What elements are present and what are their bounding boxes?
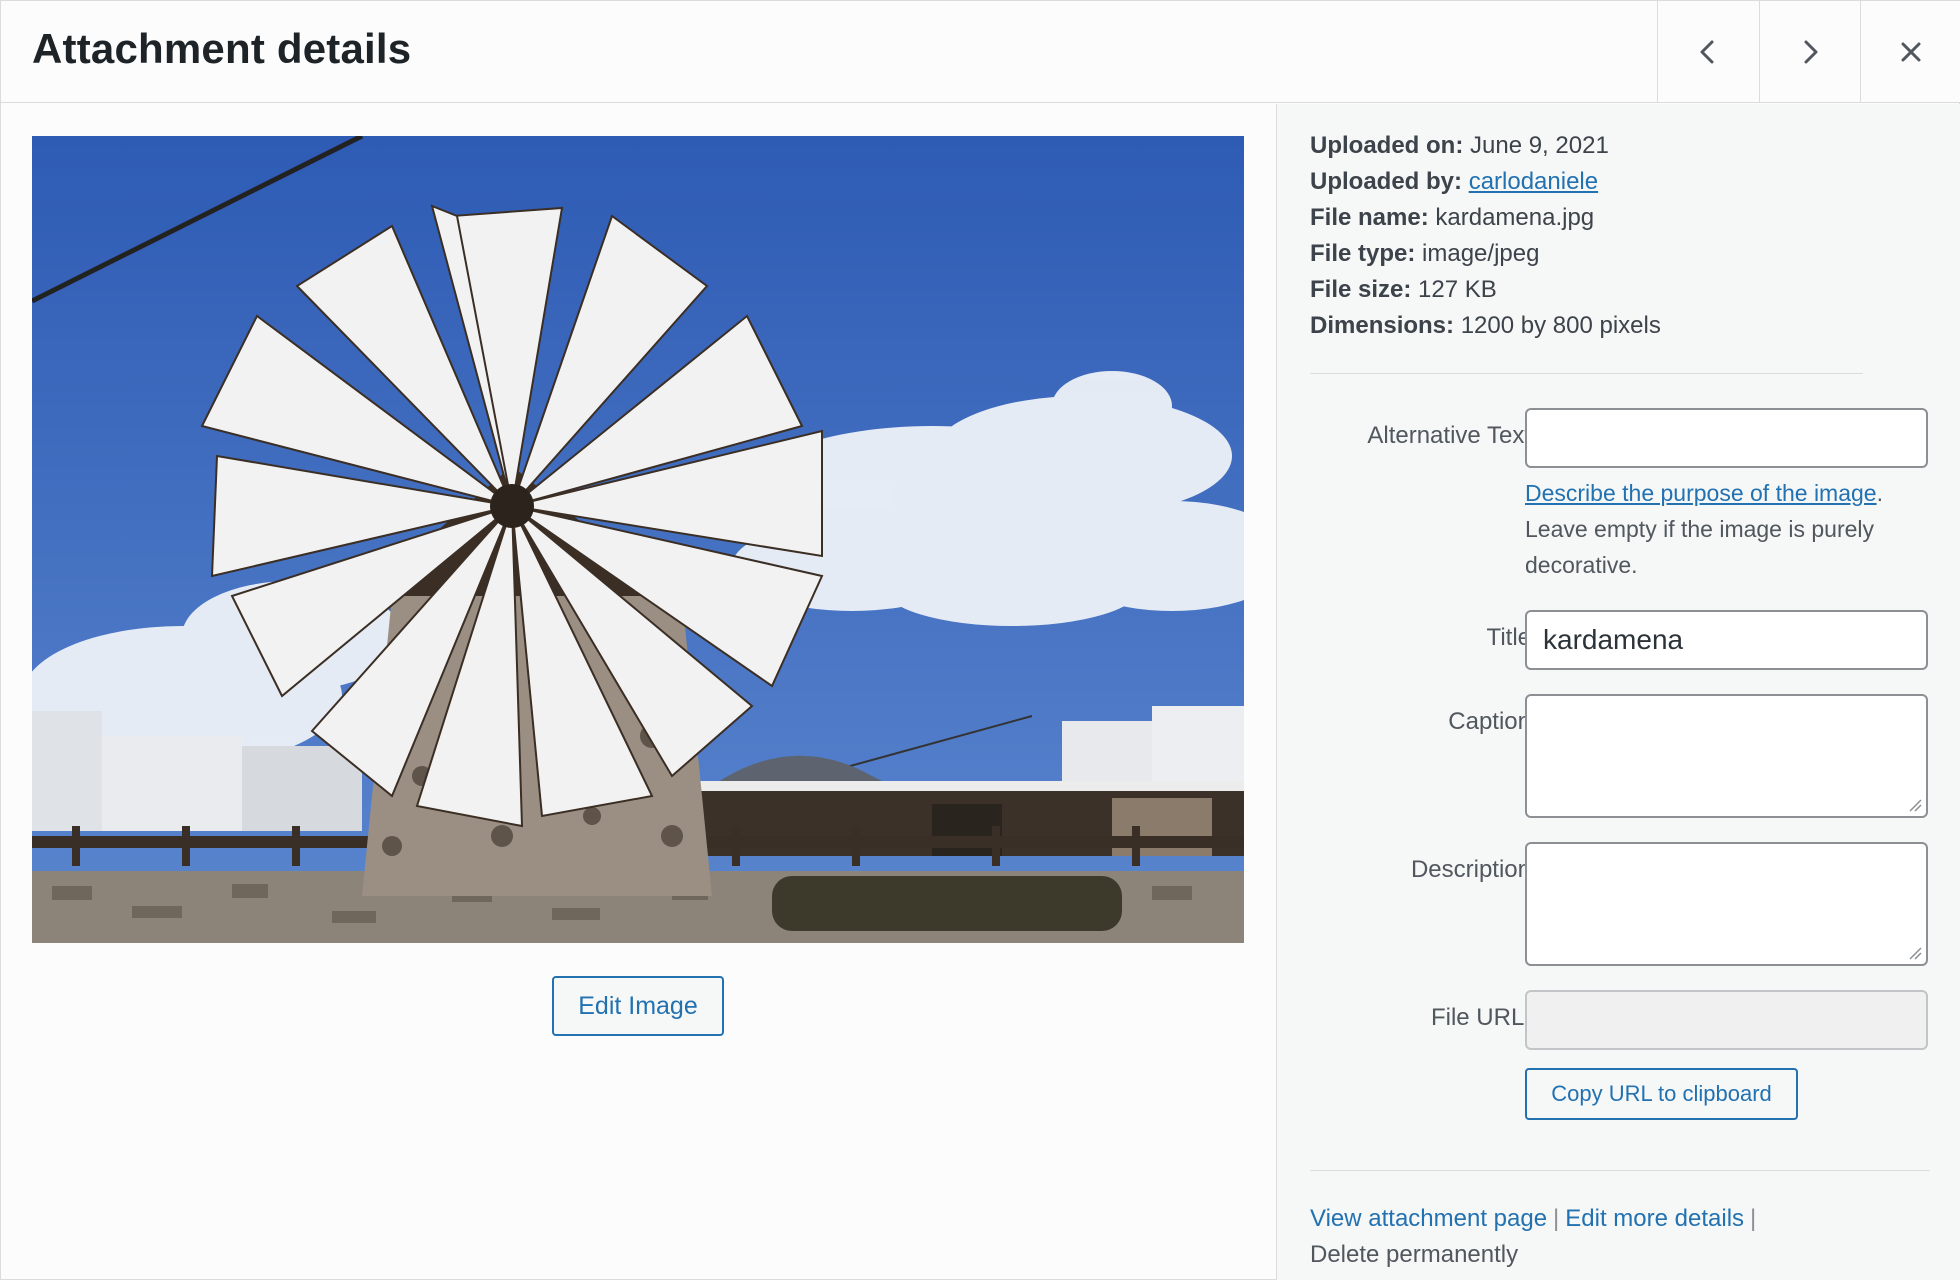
attachment-details-modal: Attachment details Edit Image Uploaded o… [0, 0, 1960, 1280]
close-icon [1901, 42, 1921, 62]
previous-button[interactable] [1657, 1, 1758, 103]
caption-textarea[interactable] [1527, 696, 1926, 816]
attachment-preview: Edit Image [1, 104, 1276, 1280]
description-textarea[interactable] [1527, 844, 1926, 964]
separator: | [1553, 1205, 1560, 1232]
description-field-wrapper [1525, 842, 1928, 966]
next-button[interactable] [1759, 1, 1860, 103]
alt-text-label: Alternative Text [1367, 422, 1531, 449]
attachment-info-sidebar: Uploaded on: June 9, 2021 Uploaded by: c… [1276, 104, 1960, 1280]
attachment-actions: View attachment page | Edit more details | … [1310, 1201, 1910, 1273]
caption-label: Caption [1448, 708, 1531, 735]
copy-url-button[interactable]: Copy URL to clipboard [1525, 1068, 1798, 1120]
file-type-value: image/jpeg [1422, 240, 1540, 267]
dimensions-value: 1200 by 800 pixels [1460, 312, 1661, 339]
edit-more-details-link[interactable]: Edit more details [1565, 1205, 1744, 1232]
description-label: Description [1410, 856, 1531, 883]
windmill-photo [32, 136, 1244, 943]
file-size-row: File size: 127 KB [1310, 272, 1661, 308]
edit-image-button[interactable]: Edit Image [552, 976, 724, 1036]
divider [1310, 373, 1863, 374]
alt-text-help: Describe the purpose of the image. Leave… [1525, 475, 1935, 583]
file-size-label: File size: [1310, 276, 1412, 303]
uploader-link[interactable]: carlodaniele [1469, 168, 1598, 195]
uploaded-on-value: June 9, 2021 [1470, 132, 1609, 159]
chevron-right-icon [1804, 40, 1818, 64]
file-type-row: File type: image/jpeg [1310, 236, 1661, 272]
close-button[interactable] [1860, 1, 1960, 103]
uploaded-on-row: Uploaded on: June 9, 2021 [1310, 128, 1661, 164]
alt-text-field-wrapper [1525, 408, 1928, 468]
file-url-label: File URL: [1430, 1004, 1531, 1031]
file-url-input[interactable] [1527, 992, 1926, 1048]
alt-text-help-text: Leave empty if the image is purely decor… [1525, 516, 1875, 578]
uploaded-on-label: Uploaded on: [1310, 132, 1464, 159]
file-name-row: File name: kardamena.jpg [1310, 200, 1661, 236]
caption-field-wrapper [1525, 694, 1928, 818]
alt-text-help-link[interactable]: Describe the purpose of the image [1525, 480, 1877, 506]
file-type-label: File type: [1310, 240, 1416, 267]
file-details: Uploaded on: June 9, 2021 Uploaded by: c… [1310, 128, 1661, 344]
divider [1310, 1170, 1930, 1171]
title-field-wrapper [1525, 610, 1928, 670]
alt-text-input[interactable] [1527, 410, 1926, 466]
alt-text-help-period: . [1876, 480, 1883, 506]
modal-header: Attachment details [1, 1, 1960, 103]
file-name-value: kardamena.jpg [1435, 204, 1595, 231]
dimensions-label: Dimensions: [1310, 312, 1455, 339]
dimensions-row: Dimensions: 1200 by 800 pixels [1310, 308, 1661, 344]
file-url-field-wrapper [1525, 990, 1928, 1050]
separator: | [1750, 1205, 1757, 1232]
file-size-value: 127 KB [1418, 276, 1497, 303]
attachment-image [32, 136, 1244, 943]
chevron-left-icon [1700, 40, 1714, 64]
resize-grip-icon[interactable] [1908, 946, 1922, 960]
view-attachment-page-link[interactable]: View attachment page [1310, 1205, 1547, 1232]
resize-grip-icon[interactable] [1908, 798, 1922, 812]
uploaded-by-label: Uploaded by: [1310, 168, 1463, 195]
delete-permanently-link[interactable]: Delete permanently [1310, 1241, 1518, 1268]
title-input[interactable] [1527, 612, 1926, 668]
uploaded-by-row: Uploaded by: carlodaniele [1310, 164, 1661, 200]
page-title: Attachment details [32, 25, 412, 72]
file-name-label: File name: [1310, 204, 1429, 231]
